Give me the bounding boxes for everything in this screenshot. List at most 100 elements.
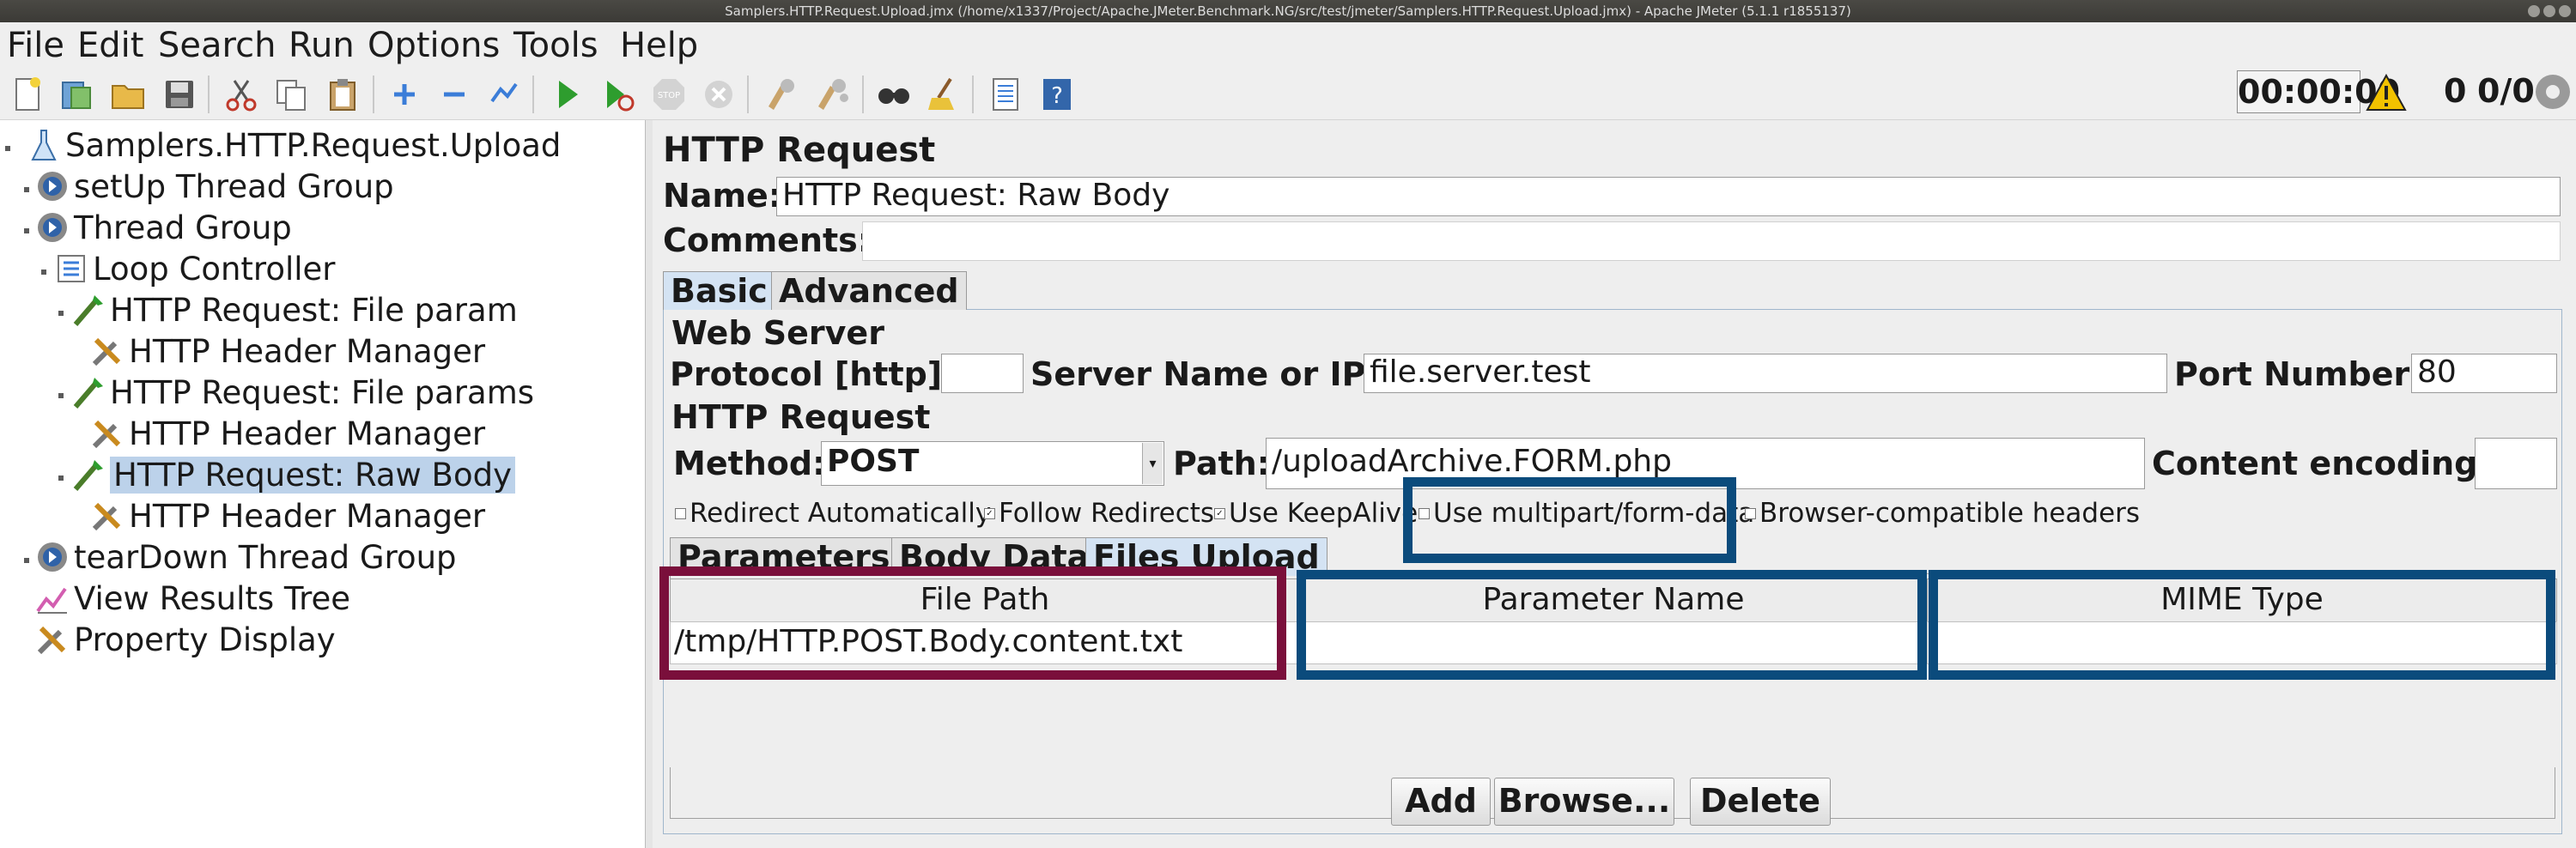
reset-search-icon[interactable]	[922, 72, 965, 117]
name-label: Name:	[663, 177, 782, 215]
expand-icon[interactable]	[383, 72, 426, 117]
tree-node-http-header-manager[interactable]: HTTP Header Manager	[89, 496, 485, 536]
clear-icon[interactable]	[759, 72, 802, 117]
tab-files-upload[interactable]: Files Upload	[1085, 537, 1327, 576]
tree-node-http-header-manager[interactable]: HTTP Header Manager	[89, 414, 485, 453]
files-table-empty-area	[670, 663, 2555, 767]
path-field[interactable]: /uploadArchive.FORM.php	[1266, 438, 2145, 489]
method-select[interactable]: POST	[821, 441, 1164, 486]
tree-node-property-display[interactable]: Property Display	[34, 620, 336, 659]
checkbox-checked-icon: ✓	[1214, 507, 1225, 519]
menu-tools[interactable]: Tools	[513, 24, 598, 67]
tree-node-http-request-file-param[interactable]: HTTP Request: File param	[70, 290, 518, 330]
paste-icon[interactable]	[321, 72, 364, 117]
port-number-label: Port Number:	[2174, 355, 2423, 393]
help-icon[interactable]: ?	[1036, 72, 1078, 117]
menu-edit[interactable]: Edit	[77, 24, 143, 67]
redirect-automatically-checkbox[interactable]: Redirect Automatically	[675, 498, 991, 529]
content-encoding-label: Content encoding:	[2152, 445, 2491, 482]
menu-run[interactable]: Run	[289, 24, 355, 67]
error-count: 0	[2444, 72, 2467, 110]
function-helper-icon[interactable]	[984, 72, 1027, 117]
test-plan-icon	[26, 127, 62, 163]
tree-node-test-plan[interactable]: Samplers.HTTP.Request.Upload	[26, 125, 561, 165]
table-cell-mime-type[interactable]	[1927, 621, 2557, 664]
open-icon[interactable]	[106, 72, 149, 117]
menu-help[interactable]: Help	[620, 24, 698, 67]
tree-node-thread-group[interactable]: Thread Group	[34, 208, 292, 247]
server-name-field[interactable]: file.server.test	[1364, 354, 2167, 393]
use-multipart-checkbox[interactable]: Use multipart/form-data	[1419, 498, 1754, 529]
name-field[interactable]: HTTP Request: Raw Body	[776, 177, 2561, 216]
use-keepalive-checkbox[interactable]: ✓ Use KeepAlive	[1214, 498, 1418, 529]
tree-node-loop-controller[interactable]: Loop Controller	[53, 249, 336, 288]
port-number-field[interactable]: 80	[2411, 354, 2557, 393]
clear-all-icon[interactable]	[811, 72, 854, 117]
chevron-down-icon[interactable]: ▾	[1142, 443, 1163, 484]
path-label: Path:	[1173, 445, 1270, 482]
comments-label: Comments:	[663, 221, 871, 259]
sampler-icon	[70, 374, 106, 410]
column-header-mime-type[interactable]: MIME Type	[1927, 578, 2557, 623]
config-icon	[89, 333, 125, 369]
toggle-icon[interactable]	[483, 72, 526, 117]
test-plan-tree[interactable]: Samplers.HTTP.Request.Upload setUp Threa…	[0, 120, 646, 848]
browser-compatible-headers-checkbox[interactable]: Browser-compatible headers	[1745, 498, 2140, 529]
tab-body-data[interactable]: Body Data	[891, 537, 1097, 576]
close-button[interactable]	[2559, 5, 2571, 17]
tab-basic[interactable]: Basic	[663, 271, 775, 310]
follow-redirects-checkbox[interactable]: ✓ Follow Redirects	[984, 498, 1214, 529]
sampler-icon	[70, 292, 106, 328]
tab-parameters[interactable]: Parameters	[670, 537, 898, 576]
elapsed-timer: 00:00:00	[2237, 70, 2400, 113]
menu-options[interactable]: Options	[368, 24, 500, 67]
menu-file[interactable]: File	[7, 24, 64, 67]
start-no-pauses-icon[interactable]	[596, 72, 639, 117]
panel-title: HTTP Request	[663, 130, 936, 170]
method-label: Method:	[673, 445, 826, 482]
table-cell-file-path[interactable]: /tmp/HTTP.POST.Body.content.txt	[670, 621, 1303, 664]
protocol-field[interactable]	[941, 354, 1024, 393]
config-icon	[89, 415, 125, 451]
checkbox-unchecked-icon	[1745, 507, 1756, 519]
column-header-file-path[interactable]: File Path	[670, 578, 1300, 623]
running-status-icon	[2533, 72, 2573, 112]
new-icon[interactable]	[5, 72, 48, 117]
panel-splitter[interactable]	[646, 120, 653, 848]
add-button[interactable]: Add	[1391, 778, 1491, 826]
table-cell-parameter-name[interactable]	[1298, 621, 1929, 664]
column-header-parameter-name[interactable]: Parameter Name	[1298, 578, 1929, 623]
server-name-label: Server Name or IP:	[1030, 355, 1379, 393]
start-icon[interactable]	[546, 72, 589, 117]
controller-icon	[53, 251, 89, 287]
thread-count: 0/0	[2477, 72, 2535, 110]
tree-node-setup-thread-group[interactable]: setUp Thread Group	[34, 167, 394, 206]
tree-node-http-request-raw-body[interactable]: HTTP Request: Raw Body	[70, 455, 515, 494]
tab-advanced[interactable]: Advanced	[771, 271, 967, 310]
svg-text:STOP: STOP	[658, 91, 680, 100]
minimize-button[interactable]	[2528, 5, 2540, 17]
comments-field[interactable]	[862, 221, 2561, 261]
browse-button[interactable]: Browse...	[1494, 778, 1674, 826]
delete-button[interactable]: Delete	[1690, 778, 1831, 826]
thread-group-icon	[34, 539, 70, 575]
menu-search[interactable]: Search	[158, 24, 276, 67]
templates-icon[interactable]	[55, 72, 98, 117]
cut-icon[interactable]	[220, 72, 263, 117]
listener-icon	[34, 580, 70, 616]
shutdown-icon[interactable]	[697, 72, 740, 117]
tree-node-http-request-file-params[interactable]: HTTP Request: File params	[70, 373, 534, 412]
maximize-button[interactable]	[2543, 5, 2555, 17]
tree-node-view-results-tree[interactable]: View Results Tree	[34, 578, 350, 618]
collapse-icon[interactable]	[433, 72, 476, 117]
save-icon[interactable]	[158, 72, 201, 117]
svg-text:?: ?	[1051, 83, 1063, 109]
tree-node-http-header-manager[interactable]: HTTP Header Manager	[89, 331, 485, 371]
window-title: Samplers.HTTP.Request.Upload.jmx (/home/…	[725, 3, 1851, 19]
tree-node-teardown-thread-group[interactable]: tearDown Thread Group	[34, 537, 457, 577]
stop-icon[interactable]: STOP	[647, 72, 690, 117]
search-icon[interactable]	[872, 72, 915, 117]
warning-icon[interactable]	[2366, 72, 2407, 113]
copy-icon[interactable]	[270, 72, 313, 117]
content-encoding-field[interactable]	[2475, 438, 2557, 489]
